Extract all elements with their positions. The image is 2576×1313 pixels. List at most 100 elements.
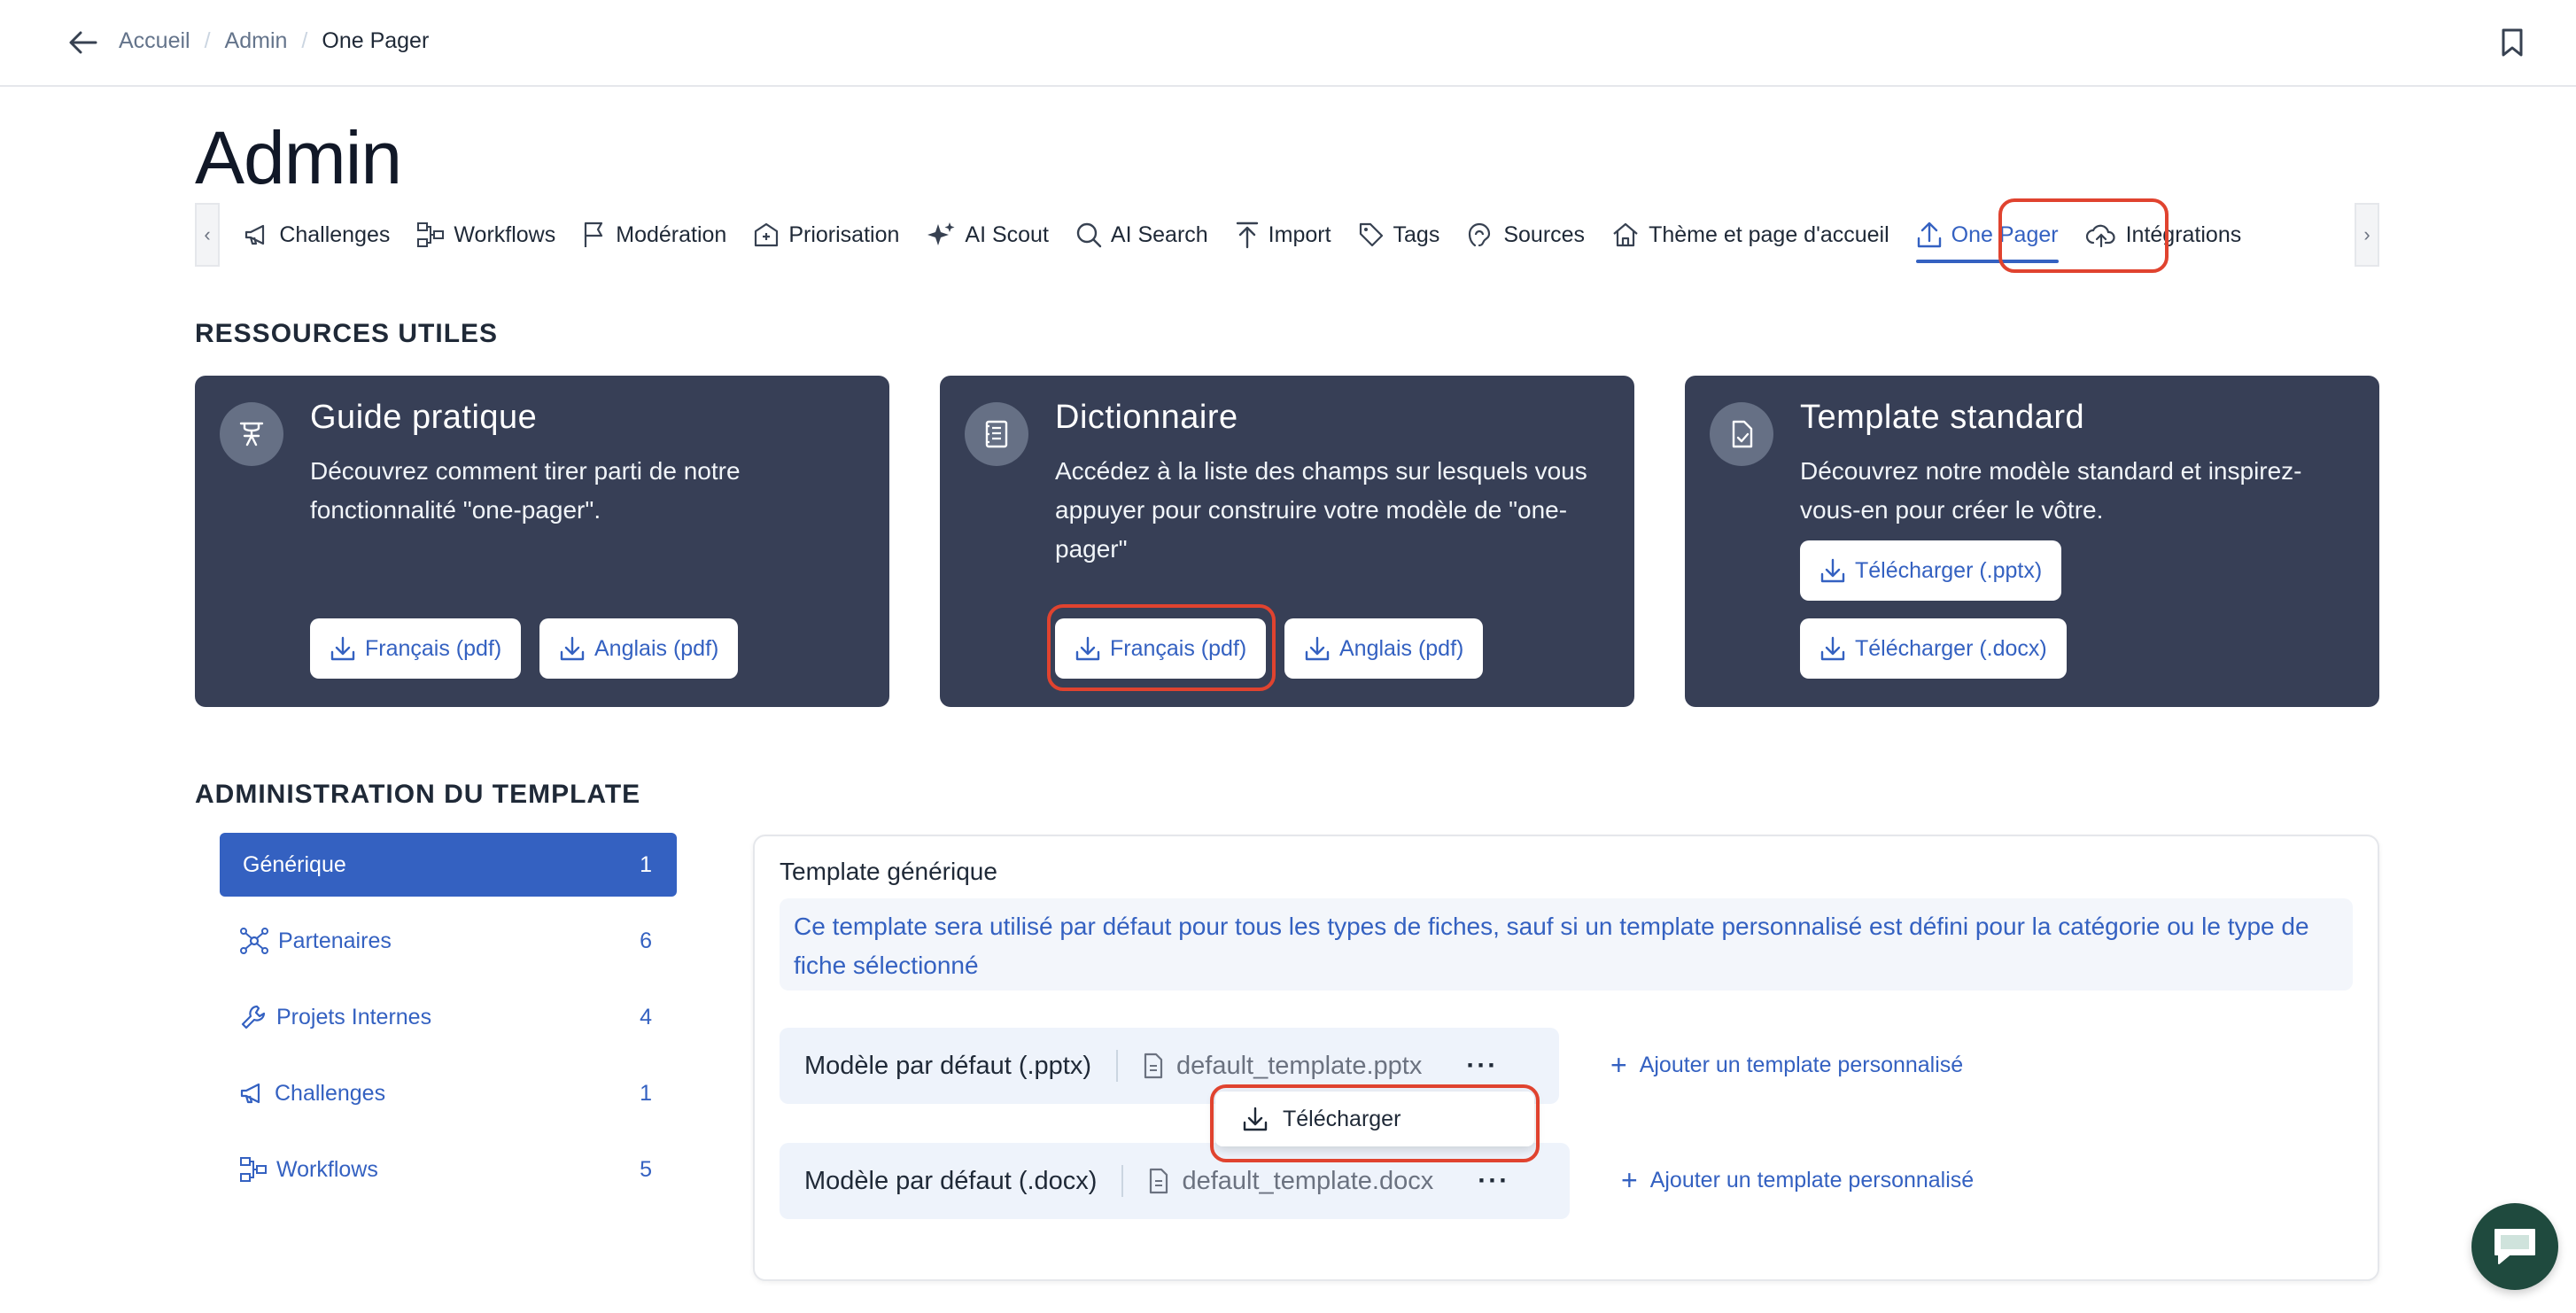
template-panel: Template générique Ce template sera util… bbox=[753, 835, 2379, 1281]
tab-theme[interactable]: Thème et page d'accueil bbox=[1611, 203, 1889, 267]
category-label: Projets Internes bbox=[276, 1004, 432, 1029]
tab-challenges[interactable]: Challenges bbox=[244, 203, 390, 267]
tab-moderation[interactable]: Modération bbox=[582, 203, 726, 267]
tabs-viewport: nes Challenges Workflows Modération Prio… bbox=[221, 203, 2353, 267]
card-title: Guide pratique bbox=[310, 399, 538, 436]
tab-sources[interactable]: Sources bbox=[1466, 203, 1585, 267]
megaphone-icon bbox=[239, 1082, 266, 1105]
breadcrumb-separator: / bbox=[301, 28, 308, 53]
category-label: Générique bbox=[243, 851, 346, 877]
template-row-label: Modèle par défaut (.pptx) bbox=[804, 1051, 1092, 1080]
download-icon bbox=[559, 635, 586, 662]
import-icon bbox=[1235, 221, 1260, 249]
tabs-scroll-right-icon[interactable]: › bbox=[2355, 203, 2379, 267]
card-description: Découvrez notre modèle standard et inspi… bbox=[1800, 457, 2302, 524]
tab-label: Intégrations bbox=[2125, 221, 2242, 247]
tab-label: Modération bbox=[616, 221, 727, 247]
download-template-pptx-button[interactable]: Télécharger (.pptx) bbox=[1800, 540, 2062, 601]
category-label: Challenges bbox=[275, 1080, 386, 1106]
file-check-icon bbox=[1710, 402, 1773, 466]
sources-icon bbox=[1466, 221, 1494, 249]
chat-support-button[interactable] bbox=[2471, 1203, 2558, 1290]
search-icon bbox=[1075, 221, 1102, 248]
download-dictionary-en-button[interactable]: Anglais (pdf) bbox=[1284, 618, 1484, 679]
template-info-text: Ce template sera utilisé par défaut pour… bbox=[780, 898, 2353, 991]
category-workflows[interactable]: Workflows 5 bbox=[220, 1138, 677, 1201]
add-custom-template-docx-link[interactable]: + Ajouter un template personnalisé bbox=[1621, 1164, 1974, 1197]
more-options-icon[interactable]: ··· bbox=[1478, 1166, 1509, 1196]
plus-icon: + bbox=[1621, 1164, 1638, 1196]
add-custom-template-pptx-link[interactable]: + Ajouter un template personnalisé bbox=[1610, 1049, 1963, 1082]
admin-section-title: ADMINISTRATION DU TEMPLATE bbox=[195, 780, 641, 809]
resource-card-dictionary: Dictionnaire Accédez à la liste des cham… bbox=[940, 376, 1634, 707]
tab-label: One Pager bbox=[1951, 221, 2059, 247]
category-projets-internes[interactable]: Projets Internes 4 bbox=[220, 985, 677, 1049]
dictionary-icon bbox=[965, 402, 1028, 466]
category-count: 1 bbox=[640, 1080, 652, 1106]
megaphone-icon bbox=[244, 223, 270, 246]
file-icon bbox=[1148, 1168, 1169, 1194]
divider bbox=[1116, 1050, 1119, 1082]
tab-workflows[interactable]: Workflows bbox=[416, 203, 555, 267]
home-icon bbox=[1611, 221, 1640, 248]
breadcrumb: Accueil / Admin / One Pager bbox=[119, 28, 429, 54]
category-partenaires[interactable]: Partenaires 6 bbox=[220, 909, 677, 973]
resource-card-template: Template standard Découvrez notre modèle… bbox=[1685, 376, 2379, 707]
breadcrumb-item-home[interactable]: Accueil bbox=[119, 28, 190, 54]
button-label: Télécharger (.pptx) bbox=[1855, 557, 2043, 583]
tab-label: Priorisation bbox=[788, 221, 900, 247]
category-count: 5 bbox=[640, 1156, 652, 1182]
template-file-link[interactable]: default_template.pptx bbox=[1143, 1052, 1422, 1081]
category-count: 1 bbox=[640, 851, 652, 877]
card-title: Dictionnaire bbox=[1055, 399, 1238, 436]
category-generique[interactable]: Générique 1 bbox=[220, 833, 677, 897]
category-count: 6 bbox=[640, 928, 652, 953]
download-icon bbox=[1819, 557, 1846, 584]
workflow-icon bbox=[239, 1156, 268, 1183]
chat-icon bbox=[2490, 1224, 2540, 1269]
tab-label: Challenges bbox=[279, 221, 391, 247]
tab-one-pager[interactable]: One Pager bbox=[1915, 203, 2059, 267]
template-file-link[interactable]: default_template.docx bbox=[1148, 1167, 1433, 1196]
category-label: Workflows bbox=[276, 1156, 378, 1182]
top-bar: Accueil / Admin / One Pager bbox=[0, 0, 2576, 87]
download-template-docx-button[interactable]: Télécharger (.docx) bbox=[1800, 618, 2067, 679]
more-options-icon[interactable]: ··· bbox=[1466, 1051, 1498, 1081]
template-row-docx: Modèle par défaut (.docx) default_templa… bbox=[780, 1143, 1570, 1219]
breadcrumb-item-admin[interactable]: Admin bbox=[225, 28, 288, 54]
tab-label: Sources bbox=[1503, 221, 1586, 247]
button-label: Télécharger (.docx) bbox=[1855, 635, 2047, 661]
template-row-label: Modèle par défaut (.docx) bbox=[804, 1166, 1098, 1195]
button-label: Anglais (pdf) bbox=[594, 635, 719, 661]
divider bbox=[1121, 1165, 1124, 1197]
guide-icon bbox=[220, 402, 283, 466]
priority-icon bbox=[753, 221, 780, 248]
tab-label: Import bbox=[1268, 221, 1331, 247]
tab-integrations[interactable]: Intégrations bbox=[2085, 203, 2242, 267]
tab-priorisation[interactable]: Priorisation bbox=[753, 203, 899, 267]
tab-ai-scout[interactable]: AI Scout bbox=[926, 203, 1049, 267]
tab-import[interactable]: Import bbox=[1235, 203, 1331, 267]
panel-title: Template générique bbox=[780, 858, 997, 885]
back-arrow-icon[interactable] bbox=[66, 25, 101, 60]
tab-tags[interactable]: Tags bbox=[1358, 203, 1439, 267]
sparkles-icon bbox=[926, 221, 956, 249]
tabs-scroll-left-icon[interactable]: ‹ bbox=[195, 203, 220, 267]
admin-tabs: ‹ nes Challenges Workflows Modération Pr… bbox=[195, 203, 2379, 267]
category-challenges[interactable]: Challenges 1 bbox=[220, 1061, 677, 1125]
workflow-icon bbox=[416, 221, 445, 248]
button-label: Anglais (pdf) bbox=[1339, 635, 1464, 661]
bookmark-icon[interactable] bbox=[2496, 25, 2528, 60]
tab-label: Thème et page d'accueil bbox=[1649, 221, 1889, 247]
resources-section-title: RESSOURCES UTILES bbox=[195, 319, 499, 348]
download-guide-fr-button[interactable]: Français (pdf) bbox=[310, 618, 522, 679]
download-menu-item[interactable]: Télécharger bbox=[1215, 1092, 1534, 1146]
download-guide-en-button[interactable]: Anglais (pdf) bbox=[539, 618, 739, 679]
add-link-label: Ajouter un template personnalisé bbox=[1639, 1053, 1964, 1077]
tag-icon bbox=[1358, 221, 1385, 248]
download-dictionary-fr-button[interactable]: Français (pdf) bbox=[1055, 618, 1267, 679]
card-description: Accédez à la liste des champs sur lesque… bbox=[1055, 457, 1587, 563]
tab-ai-search[interactable]: AI Search bbox=[1075, 203, 1208, 267]
card-description: Découvrez comment tirer parti de notre f… bbox=[310, 457, 741, 524]
add-link-label: Ajouter un template personnalisé bbox=[1649, 1168, 1975, 1193]
